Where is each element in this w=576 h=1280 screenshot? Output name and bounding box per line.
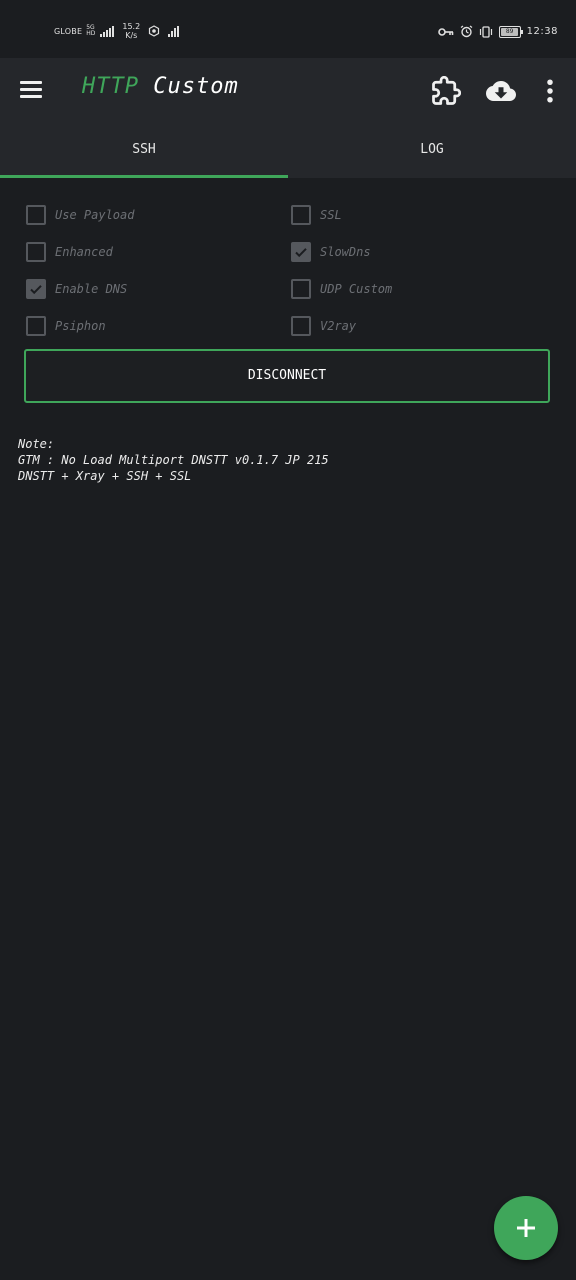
checkbox[interactable] — [291, 315, 311, 336]
checkbox[interactable] — [291, 204, 311, 225]
option-label: Enable DNS — [55, 281, 128, 296]
network-speed: 15.2 K/s — [122, 22, 140, 40]
option-label: Use Payload — [55, 207, 135, 222]
screen: GLOBE 5G HD 15.2 K/s 89 12:38 HTTP Custo… — [0, 0, 576, 1280]
option-use-payload[interactable]: Use Payload — [26, 204, 291, 225]
options-row: Psiphon V2ray — [26, 307, 556, 344]
menu-icon[interactable] — [20, 78, 46, 102]
tab-ssh[interactable]: SSH — [0, 122, 288, 178]
note-heading: Note: — [18, 437, 55, 451]
add-fab-button[interactable] — [494, 1196, 558, 1260]
speed-unit: K/s — [125, 31, 138, 40]
checkbox[interactable] — [291, 278, 311, 299]
option-psiphon[interactable]: Psiphon — [26, 315, 291, 336]
checkbox[interactable] — [26, 241, 46, 262]
note-line: DNSTT + Xray + SSH + SSL — [18, 469, 192, 483]
plus-icon — [517, 1219, 535, 1237]
option-slowdns[interactable]: SlowDns — [291, 241, 556, 262]
option-label: Enhanced — [55, 244, 113, 259]
app-title-custom: Custom — [153, 74, 239, 99]
tab-bar: SSH LOG — [0, 122, 576, 178]
option-ssl[interactable]: SSL — [291, 204, 556, 225]
options-row: Use Payload SSL — [26, 196, 556, 233]
note-line: GTM : No Load Multiport DNSTT v0.1.7 JP … — [18, 453, 329, 467]
option-label: V2ray — [320, 318, 357, 333]
app-title-http: HTTP — [82, 74, 139, 99]
status-time: 12:38 — [526, 26, 558, 37]
options-row: Enhanced SlowDns — [26, 233, 556, 270]
status-right: 89 12:38 — [437, 25, 558, 38]
app-bar: HTTP Custom — [0, 58, 576, 122]
more-vert-icon[interactable] — [535, 76, 565, 106]
signal-2-icon — [168, 25, 180, 37]
carrier-name: GLOBE — [54, 26, 83, 36]
check-icon — [30, 284, 42, 294]
cloud-download-icon[interactable] — [486, 76, 516, 106]
tab-log[interactable]: LOG — [288, 122, 576, 178]
network-hd: HD — [86, 30, 96, 37]
checkbox[interactable] — [26, 204, 46, 225]
option-label: SSL — [320, 207, 342, 222]
key-icon — [437, 27, 453, 36]
options-grid: Use Payload SSL Enhanced SlowDns Enable … — [26, 196, 556, 344]
checkbox-checked[interactable] — [291, 241, 311, 262]
status-left: GLOBE 5G HD 15.2 K/s — [54, 22, 180, 40]
disconnect-button[interactable]: DISCONNECT — [24, 349, 550, 403]
extension-puzzle-icon[interactable] — [431, 76, 461, 106]
battery-icon: 89 — [498, 25, 523, 38]
option-enhanced[interactable]: Enhanced — [26, 241, 291, 262]
checkbox[interactable] — [26, 315, 46, 336]
options-row: Enable DNS UDP Custom — [26, 270, 556, 307]
option-udp-custom[interactable]: UDP Custom — [291, 278, 556, 299]
option-v2ray[interactable]: V2ray — [291, 315, 556, 336]
option-label: UDP Custom — [320, 281, 393, 296]
vibrate-icon — [479, 25, 492, 38]
checkbox-checked[interactable] — [26, 278, 46, 299]
speed-value: 15.2 — [122, 22, 141, 31]
signal-icon — [100, 25, 115, 37]
check-icon — [295, 247, 307, 257]
vpn-hex-icon — [149, 25, 160, 37]
battery-level: 89 — [505, 27, 514, 35]
option-label: SlowDns — [320, 244, 371, 259]
network-type: 5G HD — [86, 25, 95, 37]
app-title: HTTP Custom — [82, 74, 239, 99]
option-label: Psiphon — [55, 318, 106, 333]
status-bar: GLOBE 5G HD 15.2 K/s 89 12:38 — [0, 0, 576, 58]
alarm-icon — [460, 25, 473, 38]
config-note: Note: GTM : No Load Multiport DNSTT v0.1… — [18, 436, 329, 484]
option-enable-dns[interactable]: Enable DNS — [26, 278, 291, 299]
